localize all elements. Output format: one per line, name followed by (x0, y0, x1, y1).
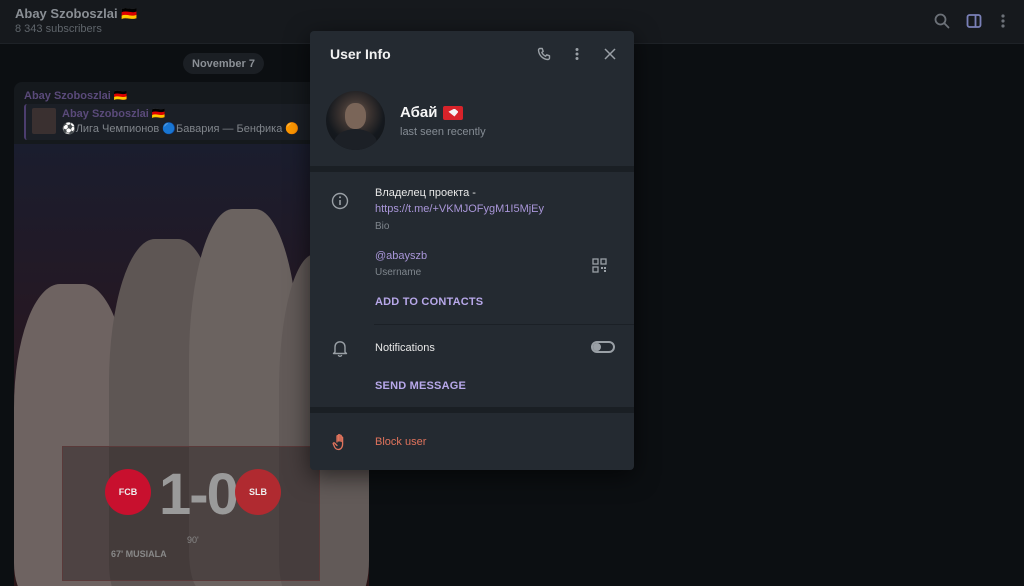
reply-text: ⚽Лига Чемпионов 🔵Бавария — Бенфика 🟠 (62, 123, 300, 135)
reply-thumbnail (32, 108, 56, 134)
info-icon (330, 191, 350, 211)
bio-text: Владелец проекта - (375, 187, 476, 199)
sidebar-toggle-icon[interactable] (963, 10, 985, 32)
user-status: last seen recently (400, 126, 486, 138)
bell-icon (330, 338, 350, 358)
bio-caption: Bio (375, 221, 390, 232)
avatar-shoulders (334, 129, 377, 150)
match-minute: 90' (187, 535, 199, 545)
benfica-badge: SLB (235, 469, 281, 515)
phone-icon[interactable] (534, 44, 554, 64)
search-icon[interactable] (931, 10, 953, 32)
notifications-toggle[interactable] (591, 341, 615, 353)
modal-title: User Info (330, 46, 391, 62)
user-name-text: Абай (400, 104, 438, 121)
qr-code-icon[interactable] (589, 255, 609, 275)
username-caption: Username (375, 267, 422, 278)
user-info-modal: User Info Абай last seen recently Владел… (310, 31, 634, 470)
add-to-contacts-button[interactable]: ADD TO CONTACTS (375, 296, 483, 308)
more-vertical-icon[interactable] (992, 10, 1014, 32)
date-separator: November 7 (183, 53, 264, 74)
score-graphic: FCB 1-0 90' SLB 67' MUSIALA (62, 446, 320, 581)
goal-scorer: 67' MUSIALA (111, 549, 167, 559)
avatar-head (345, 103, 366, 129)
channel-title[interactable]: Abay Szoboszlai 🇩🇪 (15, 6, 137, 22)
bio-link[interactable]: https://t.me/+VKMJOFygM1I5MjEy (375, 203, 544, 215)
username-value[interactable]: @abayszb (375, 250, 427, 262)
section-divider (310, 166, 634, 172)
match-score: 1-0 (159, 462, 239, 527)
more-vertical-icon[interactable] (567, 44, 587, 64)
avatar[interactable] (326, 91, 385, 150)
modal-header: User Info (310, 31, 634, 77)
reply-author: Abay Szoboszlai 🇩🇪 (62, 108, 166, 120)
section-divider (310, 407, 634, 413)
message-author[interactable]: Abay Szoboszlai 🇩🇪 (24, 89, 128, 102)
flag-icon (443, 105, 464, 120)
user-name: Абай (400, 104, 464, 121)
notifications-label: Notifications (375, 342, 435, 354)
toggle-knob (593, 343, 601, 351)
bayern-badge: FCB (105, 469, 151, 515)
close-icon[interactable] (600, 44, 620, 64)
hand-stop-icon (330, 432, 350, 452)
send-message-button[interactable]: SEND MESSAGE (375, 380, 466, 392)
subscriber-count: 8 343 subscribers (15, 23, 102, 35)
row-divider (374, 324, 634, 325)
block-user-button[interactable]: Block user (375, 436, 426, 448)
